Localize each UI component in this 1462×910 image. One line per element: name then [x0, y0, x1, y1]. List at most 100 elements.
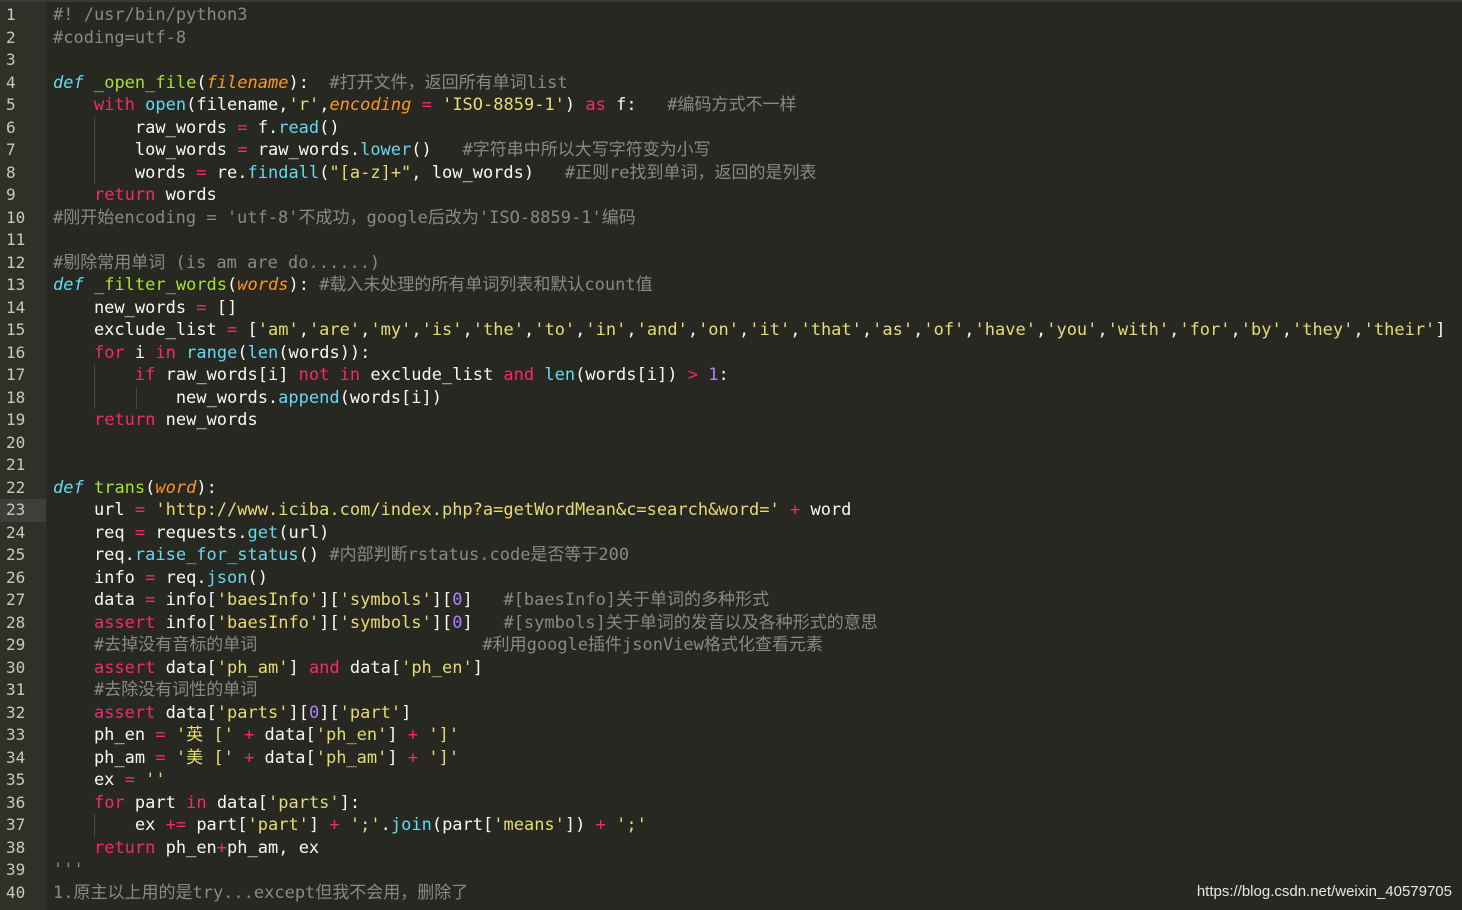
code-token: ,: [913, 320, 924, 340]
code-text: #刚开始encoding = 'utf-8'不成功，google后改为'ISO-…: [53, 207, 636, 230]
code-line[interactable]: 20: [0, 432, 1462, 455]
code-text: assert data['parts'][0]['part']: [53, 702, 411, 725]
line-number: 8: [6, 162, 16, 182]
code-token: >: [687, 365, 698, 385]
code-token: part[: [186, 815, 248, 835]
code-token: =: [237, 117, 248, 138]
code-line[interactable]: 5 with open(filename,'r',encoding = 'ISO…: [0, 94, 1462, 117]
code-line[interactable]: 37 ex += part['part'] + ';'.join(part['m…: [0, 814, 1462, 837]
code-token: =: [237, 140, 248, 160]
code-token: ,: [360, 320, 371, 340]
code-token: 'in': [585, 320, 627, 340]
code-text: info = req.json(): [53, 567, 268, 590]
code-token: (): [319, 117, 340, 138]
code-token: in: [339, 365, 361, 385]
code-text: data = info['baesInfo']['symbols'][0] #[…: [53, 589, 769, 612]
code-line[interactable]: 17 if raw_words[i] not in exclude_list a…: [0, 364, 1462, 387]
code-token: req.: [53, 545, 135, 565]
code-line[interactable]: 39 ''': [0, 859, 1462, 882]
code-line[interactable]: 9 return words: [0, 184, 1462, 207]
code-token: =: [145, 567, 156, 588]
code-line[interactable]: 7 low_words = raw_words.lower() #字符串中所以大…: [0, 139, 1462, 162]
code-line[interactable]: 23 url = 'http://www.iciba.com/index.php…: [0, 499, 1462, 522]
code-line[interactable]: 36 for part in data['parts']:: [0, 792, 1462, 815]
code-token: raw_words[i]: [155, 365, 299, 385]
code-line[interactable]: 14 new_words = []: [0, 297, 1462, 320]
code-token: (): [411, 140, 463, 160]
code-token: 'for': [1179, 320, 1231, 340]
code-token: ]: [308, 815, 330, 835]
code-token: 0: [308, 702, 320, 723]
code-line[interactable]: 38 return ph_en+ph_am, ex: [0, 837, 1462, 860]
code-token: (: [319, 162, 330, 183]
code-line[interactable]: 34 ph_am = '美 [' + data['ph_am'] + ']': [0, 747, 1462, 770]
code-token: 'on': [698, 320, 740, 340]
code-line[interactable]: 25 req.raise_for_status() #内部判断rstatus.c…: [0, 544, 1462, 567]
code-token: +: [216, 837, 228, 858]
code-line[interactable]: 2 #coding=utf-8: [0, 27, 1462, 50]
code-line[interactable]: 21: [0, 454, 1462, 477]
code-token: ):: [288, 275, 320, 295]
code-text: req = requests.get(url): [53, 522, 329, 545]
code-line[interactable]: 16 for i in range(len(words)):: [0, 342, 1462, 365]
code-line[interactable]: 10 #刚开始encoding = 'utf-8'不成功，google后改为'IS…: [0, 207, 1462, 230]
code-token: req: [53, 522, 135, 543]
code-token: info[: [155, 590, 217, 610]
code-line[interactable]: 35 ex = '': [0, 769, 1462, 792]
code-line[interactable]: 33 ph_en = '英 [' + data['ph_en'] + ']': [0, 724, 1462, 747]
code-line[interactable]: 31 #去除没有词性的单词: [0, 679, 1462, 702]
code-line[interactable]: 24 req = requests.get(url): [0, 522, 1462, 545]
code-line[interactable]: 18 new_words.append(words[i]): [0, 386, 1462, 409]
code-text: exclude_list = ['am','are','my','is','th…: [53, 319, 1446, 342]
code-line[interactable]: 13 def _filter_words(words): #载入未处理的所有单词列…: [0, 274, 1462, 297]
code-token: (: [196, 72, 207, 93]
code-token: ,: [964, 320, 975, 340]
code-token: =: [124, 770, 135, 790]
line-number: 13: [6, 275, 26, 294]
code-line[interactable]: 30 assert data['ph_am'] and data['ph_en'…: [0, 657, 1462, 680]
code-token: exclude_list: [53, 320, 227, 340]
code-text: ph_en = '英 [' + data['ph_en'] + ']': [53, 724, 459, 747]
code-line[interactable]: 32 assert data['parts'][0]['part']: [0, 702, 1462, 725]
code-line[interactable]: 26 info = req.json(): [0, 567, 1462, 590]
code-line[interactable]: 12 #剔除常用单词 (is am are do......): [0, 252, 1462, 275]
line-number: 38: [6, 837, 26, 857]
line-number: 35: [6, 770, 26, 789]
code-text: return words: [53, 184, 217, 207]
code-line[interactable]: 3: [0, 49, 1462, 72]
code-line[interactable]: 27 data = info['baesInfo']['symbols'][0]…: [0, 589, 1462, 612]
code-token: ,: [1169, 320, 1180, 340]
code-token: 'with': [1107, 320, 1170, 340]
code-line[interactable]: 8 words = re.findall("[a-z]+", low_words…: [0, 161, 1462, 184]
code-token: #[baesInfo]关于单词的多种形式: [503, 590, 770, 610]
code-line[interactable]: 19 return new_words: [0, 409, 1462, 432]
code-token: and: [308, 657, 340, 678]
code-line[interactable]: 11: [0, 229, 1462, 252]
code-line[interactable]: 1 #! /usr/bin/python3: [0, 4, 1462, 27]
code-token: ex: [53, 770, 125, 790]
watermark-url: https://blog.csdn.net/weixin_40579705: [1196, 883, 1452, 900]
code-token: i: [124, 342, 156, 363]
code-token: =: [155, 725, 166, 745]
code-line[interactable]: 15 exclude_list = ['am','are','my','is',…: [0, 319, 1462, 342]
code-token: def: [53, 477, 84, 498]
code-line[interactable]: 22 def trans(word):: [0, 477, 1462, 500]
code-editor[interactable]: 1 #! /usr/bin/python3 2 #coding=utf-8 3 4 def …: [0, 2, 1462, 910]
code-token: []: [206, 297, 238, 318]
code-line[interactable]: 29 #去掉没有音标的单词 #利用google插件jsonView格式化查看元素: [0, 634, 1462, 657]
code-token: =: [145, 590, 156, 610]
code-line[interactable]: 4 def _open_file(filename): #打开文件，返回所有单词l…: [0, 72, 1462, 95]
code-token: 1: [708, 365, 719, 385]
line-number: 1: [6, 5, 16, 24]
code-text: for i in range(len(words)):: [53, 342, 370, 365]
code-text: #剔除常用单词 (is am are do......): [53, 252, 380, 275]
code-line[interactable]: 6 raw_words = f.read(): [0, 116, 1462, 139]
code-token: #coding=utf-8: [53, 27, 187, 48]
code-text: url = 'http://www.iciba.com/index.php?a=…: [53, 499, 851, 522]
code-line[interactable]: 28 assert info['baesInfo']['symbols'][0]…: [0, 612, 1462, 635]
code-token: 'ph_en': [401, 657, 473, 678]
